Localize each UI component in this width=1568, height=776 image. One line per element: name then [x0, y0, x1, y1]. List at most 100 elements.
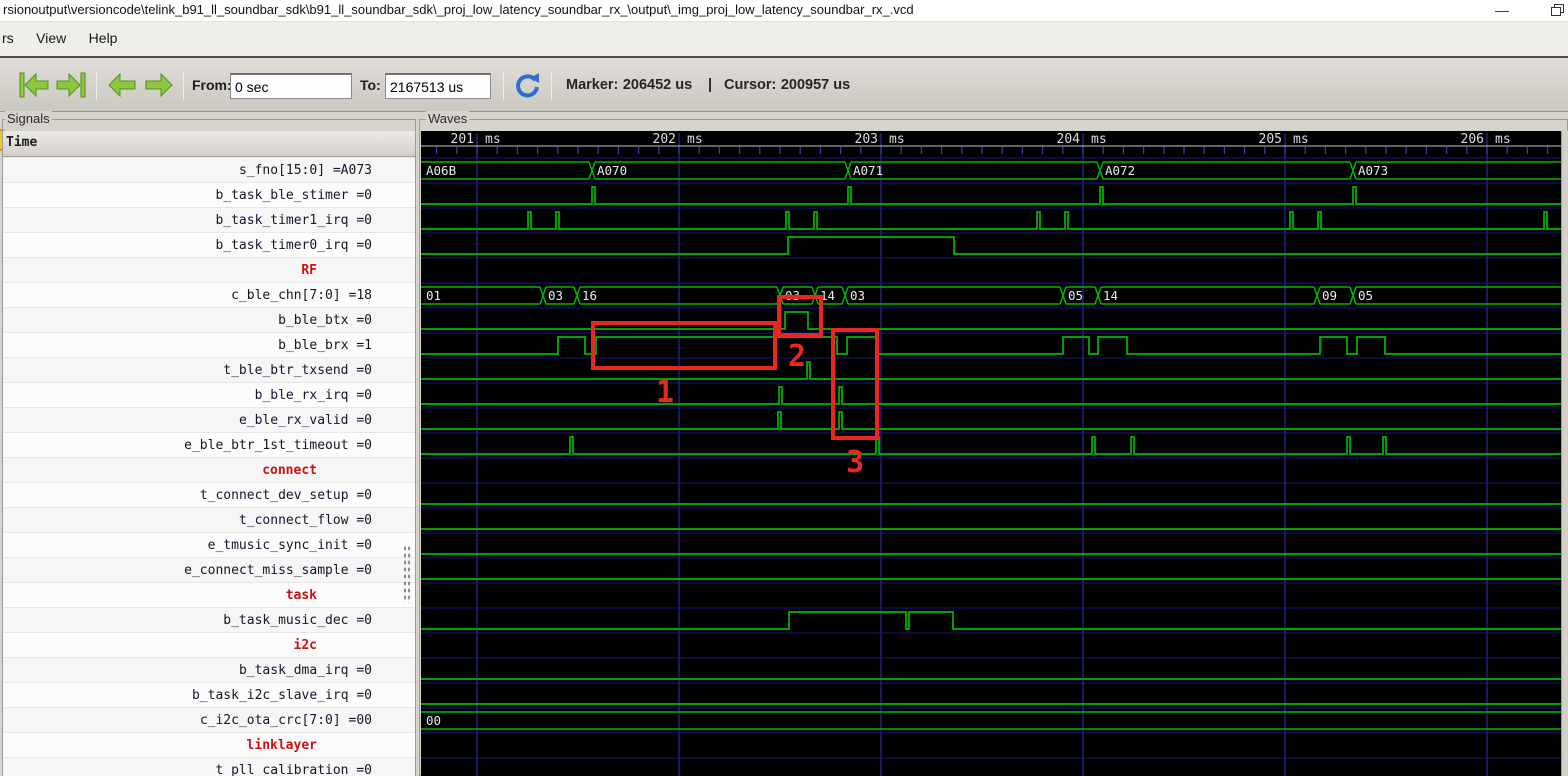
signal-row-c_i2c_ota_crc[7:0][interactable]: c_i2c_ota_crc[7:0] =00: [3, 707, 415, 732]
signal-row-t_connect_dev_setup[interactable]: t_connect_dev_setup =0: [3, 482, 415, 507]
svg-text:ms: ms: [1293, 132, 1309, 147]
svg-text:ms: ms: [485, 132, 501, 147]
back-button[interactable]: [106, 58, 138, 111]
jump-to-start-icon: [17, 70, 51, 100]
cursor-label: Cursor:: [724, 77, 776, 93]
signal-row-e_connect_miss_sample[interactable]: e_connect_miss_sample =0: [3, 557, 415, 582]
signal-row-b_task_timer0_irq[interactable]: b_task_timer0_irq =0: [3, 232, 415, 257]
signals-panel: Time s_fno[15:0] =A073b_task_ble_stimer …: [3, 131, 415, 776]
toolbar-separator: [503, 72, 504, 100]
menu-item-view[interactable]: View: [27, 22, 75, 56]
svg-text:00: 00: [426, 713, 441, 728]
timeline-labels: 201ms202ms203ms204ms205ms206ms: [451, 132, 1511, 147]
row-separators: [421, 158, 1561, 758]
toolbar-divider: |: [708, 77, 712, 93]
group-row-RF[interactable]: RF: [3, 257, 415, 282]
annotation-label-1: 1: [656, 375, 674, 410]
svg-text:206: 206: [1461, 132, 1484, 147]
signal-row-b_task_ble_stimer[interactable]: b_task_ble_stimer =0: [3, 182, 415, 207]
waveform-svg: 201ms202ms203ms204ms205ms206msA06BA070A0…: [421, 131, 1561, 776]
svg-text:ms: ms: [1091, 132, 1107, 147]
signal-row-t_connect_flow[interactable]: t_connect_flow =0: [3, 507, 415, 532]
group-row-linklayer[interactable]: linklayer: [3, 732, 415, 757]
svg-text:203: 203: [855, 132, 878, 147]
svg-text:201: 201: [451, 132, 474, 147]
forward-button[interactable]: [143, 58, 175, 111]
svg-text:A073: A073: [1358, 163, 1388, 178]
to-label: To:: [360, 77, 381, 93]
svg-text:01: 01: [426, 288, 441, 303]
wave-canvas[interactable]: 201ms202ms203ms204ms205ms206msA06BA070A0…: [421, 131, 1561, 776]
annotations: 1 2 3: [593, 297, 877, 480]
signal-row-b_ble_rx_irq[interactable]: b_ble_rx_irq =0: [3, 382, 415, 407]
wave-row-b_ble_rx_irq: [421, 387, 1561, 404]
waves-vertical-scrollbar[interactable]: [1561, 131, 1568, 776]
to-input[interactable]: [385, 73, 491, 99]
timeline-tickband: [421, 146, 1561, 154]
toolbar-separator: [183, 72, 184, 100]
back-arrow-icon: [106, 70, 138, 100]
menu-item-help[interactable]: Help: [80, 22, 127, 56]
wave-row-b_task_music_dec: [421, 612, 1561, 629]
wave-row-c_ble_chn[7:0]: 01031603140305140905: [421, 287, 1561, 304]
signal-row-t_ble_btr_txsend[interactable]: t_ble_btr_txsend =0: [3, 357, 415, 382]
svg-text:05: 05: [1068, 288, 1083, 303]
wave-row-s_fno[15:0]: A06B A070 A071 A072 A073: [421, 162, 1561, 179]
signal-row-t_pll_calibration[interactable]: t_pll_calibration =0: [3, 757, 415, 776]
from-input[interactable]: [230, 73, 352, 99]
signal-row-e_ble_rx_valid[interactable]: e_ble_rx_valid =0: [3, 407, 415, 432]
annotation-label-3: 3: [846, 445, 864, 480]
restore-icon: [1551, 7, 1561, 16]
signal-row-b_ble_btx[interactable]: b_ble_btx =0: [3, 307, 415, 332]
cursor-value: 200957 us: [781, 77, 850, 93]
svg-text:A071: A071: [853, 163, 883, 178]
wave-row-b_task_timer0_irq: [421, 237, 1561, 254]
from-label: From:: [192, 77, 232, 93]
signal-row-c_ble_chn[7:0][interactable]: c_ble_chn[7:0] =18: [3, 282, 415, 307]
reload-button[interactable]: [512, 58, 542, 111]
signal-row-b_task_timer1_irq[interactable]: b_task_timer1_irq =0: [3, 207, 415, 232]
time-column-header[interactable]: Time: [3, 131, 415, 157]
svg-text:14: 14: [1103, 288, 1118, 303]
svg-text:09: 09: [1322, 288, 1337, 303]
svg-text:A070: A070: [597, 163, 627, 178]
svg-text:205: 205: [1259, 132, 1282, 147]
svg-text:ms: ms: [889, 132, 905, 147]
signal-row-e_tmusic_sync_init[interactable]: e_tmusic_sync_init =0: [3, 532, 415, 557]
signal-row-b_task_music_dec[interactable]: b_task_music_dec =0: [3, 607, 415, 632]
toolbar-separator: [96, 72, 97, 100]
reload-icon: [512, 70, 542, 100]
group-row-task[interactable]: task: [3, 582, 415, 607]
wave-row-e_ble_rx_valid: [421, 412, 1561, 429]
waves-frame-label: Waves: [426, 111, 469, 126]
svg-text:204: 204: [1057, 132, 1081, 147]
signal-row-b_ble_brx[interactable]: b_ble_brx =1: [3, 332, 415, 357]
group-row-i2c[interactable]: i2c: [3, 632, 415, 657]
signal-row-e_ble_btr_1st_timeout[interactable]: e_ble_btr_1st_timeout =0: [3, 432, 415, 457]
signal-row-s_fno[15:0][interactable]: s_fno[15:0] =A073: [3, 157, 415, 182]
annotation-label-2: 2: [788, 339, 806, 374]
menubar: rs View Help: [0, 22, 1568, 56]
window-title: rsionoutput\versioncode\telink_b91_ll_so…: [3, 2, 914, 17]
svg-text:03: 03: [548, 288, 563, 303]
signal-row-b_task_i2c_slave_irq[interactable]: b_task_i2c_slave_irq =0: [3, 682, 415, 707]
menu-item-markers[interactable]: rs: [0, 22, 23, 56]
wave-row-c_i2c_ota_crc[7:0]: 00: [421, 712, 1561, 729]
minimize-button[interactable]: —: [1494, 6, 1510, 16]
svg-text:A06B: A06B: [426, 163, 456, 178]
svg-text:ms: ms: [687, 132, 703, 147]
wave-row-b_task_timer1_irq: [421, 212, 1561, 229]
marker-label: Marker:: [566, 77, 618, 93]
jump-to-end-icon: [54, 70, 88, 100]
pane-resize-grip[interactable]: [403, 545, 412, 603]
jump-to-start-button[interactable]: [17, 58, 51, 111]
toolbar: From: To: Marker: 206452 us | Cursor: 20…: [0, 56, 1568, 112]
wave-row-b_task_ble_stimer: [421, 187, 1561, 204]
svg-text:A072: A072: [1105, 163, 1135, 178]
forward-arrow-icon: [143, 70, 175, 100]
signal-row-b_task_dma_irq[interactable]: b_task_dma_irq =0: [3, 657, 415, 682]
jump-to-end-button[interactable]: [54, 58, 88, 111]
signal-list: s_fno[15:0] =A073b_task_ble_stimer =0b_t…: [3, 157, 415, 776]
restore-button[interactable]: [1551, 4, 1564, 16]
group-row-connect[interactable]: connect: [3, 457, 415, 482]
